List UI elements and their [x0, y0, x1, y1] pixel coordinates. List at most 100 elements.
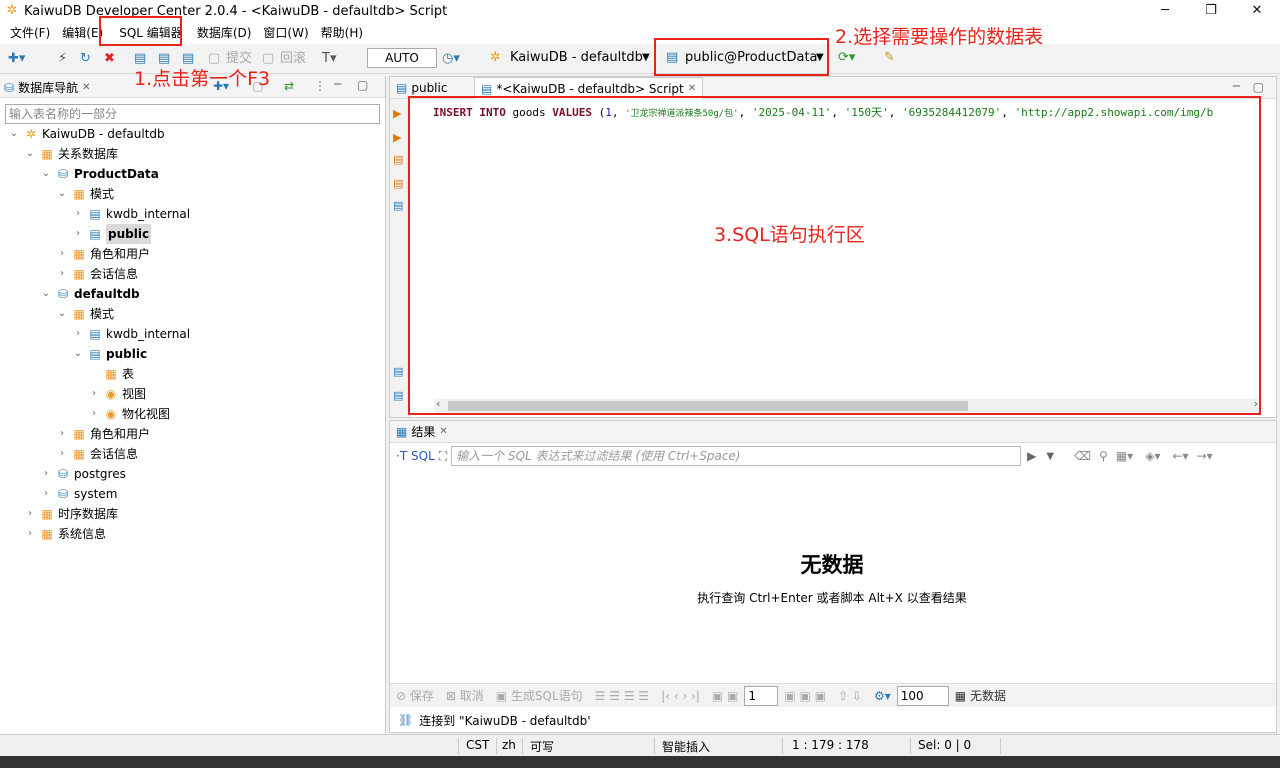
- collapsed-arrow-icon[interactable]: ›: [24, 524, 36, 544]
- pin-icon[interactable]: ✎: [884, 49, 895, 67]
- collapsed-arrow-icon[interactable]: ›: [40, 484, 52, 504]
- expanded-arrow-icon[interactable]: ⌄: [40, 164, 52, 184]
- settings-gear-icon[interactable]: ⚙▾: [868, 689, 897, 703]
- connect-icon[interactable]: ⚡: [58, 50, 67, 68]
- tree-node-timeseries[interactable]: › ▦ 时序数据库: [24, 504, 118, 524]
- collapsed-arrow-icon[interactable]: ›: [72, 224, 84, 244]
- result-limit-input[interactable]: 100: [896, 685, 949, 706]
- history-icon[interactable]: ◷▾: [442, 50, 460, 68]
- expanded-arrow-icon[interactable]: ⌄: [24, 144, 36, 164]
- collapsed-arrow-icon[interactable]: ›: [56, 264, 68, 284]
- editor-horizontal-scrollbar[interactable]: ‹ ›: [434, 397, 1260, 413]
- rollback-button[interactable]: 回滚: [280, 50, 306, 68]
- navigator-tab[interactable]: ⛁ 数据库导航 ✕: [4, 78, 90, 98]
- expanded-arrow-icon[interactable]: ⌄: [40, 284, 52, 304]
- close-tab-icon[interactable]: ✕: [688, 78, 696, 100]
- tab-results[interactable]: ▦ 结果 ✕: [396, 421, 448, 443]
- menu-edit[interactable]: 编辑(E): [56, 22, 109, 44]
- apply-filter-icon[interactable]: ▶: [1027, 449, 1036, 463]
- filter-settings-icon[interactable]: ⚲: [1099, 449, 1108, 463]
- menu-window[interactable]: 窗口(W): [257, 22, 314, 44]
- view-menu-icon[interactable]: ⋮: [314, 79, 326, 93]
- tree-node-relational[interactable]: ⌄ ▦ 关系数据库: [24, 144, 118, 164]
- connection-dropdown-arrow-icon[interactable]: ▼: [642, 49, 650, 67]
- tree-node-public-selected[interactable]: › ▤ public: [72, 224, 152, 244]
- panels-icon[interactable]: ◈▾: [1145, 449, 1160, 463]
- schema-dropdown-arrow-icon[interactable]: ▼: [816, 49, 824, 67]
- close-tab-icon[interactable]: ✕: [82, 78, 90, 98]
- tree-node-postgres[interactable]: › ⛁ postgres: [40, 464, 126, 484]
- execute-statement-icon[interactable]: ▶: [393, 107, 401, 120]
- collapsed-arrow-icon[interactable]: ›: [56, 424, 68, 444]
- menu-help[interactable]: 帮助(H): [315, 22, 369, 44]
- new-connection-icon[interactable]: ✚▾: [8, 50, 25, 68]
- tree-node-kwdb-internal[interactable]: › ▤ kwdb_internal: [72, 324, 190, 344]
- sql-filter-button[interactable]: ⋅T SQL: [392, 449, 439, 463]
- execute-script-new-tab-icon[interactable]: ▤: [393, 177, 403, 190]
- minimize-button[interactable]: ─: [1142, 0, 1188, 22]
- tree-node-roles[interactable]: › ▦ 角色和用户: [56, 244, 150, 264]
- tree-node-sessions[interactable]: › ▦ 会话信息: [56, 444, 138, 464]
- refresh-icon[interactable]: ⟳▾: [838, 49, 855, 67]
- tree-node-matviews[interactable]: › ◉ 物化视图: [88, 404, 170, 424]
- expanded-arrow-icon[interactable]: ⌄: [56, 304, 68, 324]
- maximize-panel-icon[interactable]: ▢: [1253, 80, 1264, 94]
- tree-node-system[interactable]: › ⛁ system: [40, 484, 117, 504]
- execute-script-icon[interactable]: ▤: [393, 153, 403, 166]
- expand-icon[interactable]: ⛶: [439, 449, 447, 464]
- tab-public[interactable]: ▤ public: [390, 77, 453, 99]
- scrollbar-thumb[interactable]: [448, 401, 968, 411]
- results-filter-input[interactable]: 输入一个 SQL 表达式来过滤结果 (使用 Ctrl+Space): [451, 446, 1022, 466]
- tree-node-views[interactable]: › ◉ 视图: [88, 384, 146, 404]
- collapsed-arrow-icon[interactable]: ›: [40, 464, 52, 484]
- active-connection-select[interactable]: KaiwuDB - defaultdb: [510, 49, 643, 67]
- tree-node-public[interactable]: ⌄ ▤ public: [72, 344, 147, 364]
- export-icon[interactable]: ▤: [393, 365, 403, 378]
- clear-filter-icon[interactable]: ⌫: [1074, 449, 1091, 463]
- collapsed-arrow-icon[interactable]: ›: [88, 404, 100, 424]
- back-icon[interactable]: ←▾: [1172, 449, 1188, 463]
- load-script-icon[interactable]: ▤: [393, 389, 403, 402]
- collapsed-arrow-icon[interactable]: ›: [88, 384, 100, 404]
- active-schema-select[interactable]: public@ProductData: [685, 49, 818, 67]
- generate-sql-button[interactable]: ▣ 生成SQL语句: [490, 687, 589, 704]
- close-tab-icon[interactable]: ✕: [439, 421, 447, 443]
- explain-plan-icon[interactable]: ▤: [393, 199, 403, 212]
- minimize-panel-icon[interactable]: ─: [334, 77, 341, 91]
- tree-node-schemas[interactable]: ⌄ ▦ 模式: [56, 184, 114, 204]
- collapsed-arrow-icon[interactable]: ›: [72, 204, 84, 224]
- link-editor-icon[interactable]: ⇄: [284, 79, 294, 93]
- tree-node-defaultdb[interactable]: ⌄ ⛁ defaultdb: [40, 284, 140, 304]
- fetch-size-icons[interactable]: ▣ ▣ ▣: [778, 689, 832, 703]
- tree-node-schemas[interactable]: ⌄ ▦ 模式: [56, 304, 114, 324]
- menu-database[interactable]: 数据库(D): [191, 22, 258, 44]
- tree-node-productdata[interactable]: ⌄ ⛁ ProductData: [40, 164, 159, 184]
- menu-sql-editor[interactable]: SQL 编辑器: [113, 22, 189, 44]
- forward-icon[interactable]: →▾: [1197, 449, 1213, 463]
- tree-node-kwdb-internal[interactable]: › ▤ kwdb_internal: [72, 204, 190, 224]
- tree-node-sessions[interactable]: › ▦ 会话信息: [56, 264, 138, 284]
- menu-file[interactable]: 文件(F): [4, 22, 56, 44]
- auto-commit-toggle[interactable]: AUTO: [367, 48, 437, 68]
- reconnect-icon[interactable]: ↻: [80, 50, 91, 68]
- tree-node-connection[interactable]: ⌄ ✲ KaiwuDB - defaultdb: [8, 124, 165, 144]
- table-filter-input[interactable]: 输入表名称的一部分: [5, 104, 380, 124]
- export-icons[interactable]: ⇧ ⇩: [832, 689, 868, 703]
- transaction-mode-icon[interactable]: T▾: [322, 50, 336, 68]
- row-edit-icons[interactable]: ☰ ☰ ☰ ☰: [589, 689, 655, 703]
- page-number-input[interactable]: 1: [744, 685, 779, 706]
- expanded-arrow-icon[interactable]: ⌄: [8, 124, 20, 144]
- minimize-panel-icon[interactable]: ─: [1233, 79, 1240, 93]
- filter-history-icon[interactable]: ▼: [1046, 451, 1054, 462]
- tree-node-roles[interactable]: › ▦ 角色和用户: [56, 424, 150, 444]
- fetch-icons[interactable]: ▣ ▣: [706, 689, 745, 703]
- collapsed-arrow-icon[interactable]: ›: [56, 444, 68, 464]
- maximize-button[interactable]: ❐: [1188, 0, 1234, 22]
- tree-node-sysinfo[interactable]: › ▦ 系统信息: [24, 524, 106, 544]
- tab-script[interactable]: ▤ *<KaiwuDB - defaultdb> Script ✕: [474, 77, 704, 100]
- collapsed-arrow-icon[interactable]: ›: [24, 504, 36, 524]
- maximize-panel-icon[interactable]: ▢: [357, 78, 368, 92]
- close-button[interactable]: ✕: [1234, 0, 1280, 22]
- save-button[interactable]: ⊘ 保存: [390, 687, 440, 704]
- disconnect-icon[interactable]: ✖: [104, 50, 115, 68]
